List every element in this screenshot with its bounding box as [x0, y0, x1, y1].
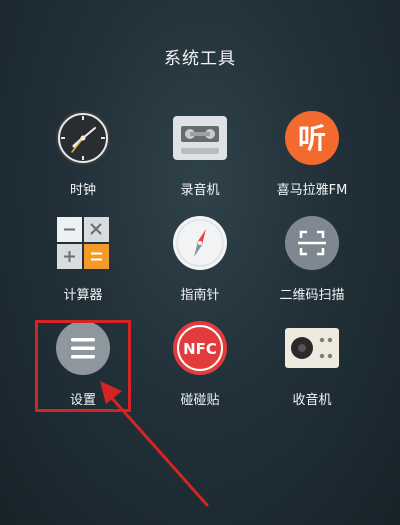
app-label: 收音机 [292, 393, 332, 408]
ximalaya-icon: 听 [284, 110, 340, 166]
radio-icon [284, 320, 340, 376]
app-label: 二维码扫描 [279, 288, 345, 303]
app-recorder[interactable]: 录音机 [145, 110, 255, 198]
calculator-icon [55, 215, 111, 271]
app-label: 指南针 [180, 288, 220, 303]
app-label: 录音机 [180, 183, 220, 198]
app-calculator[interactable]: 计算器 [28, 215, 138, 303]
nfc-glyph: NFC [183, 340, 217, 358]
app-nfc[interactable]: NFC 碰碰贴 [145, 320, 255, 408]
app-label: 碰碰贴 [180, 393, 220, 408]
app-ximalaya[interactable]: 听 喜马拉雅FM [257, 110, 367, 198]
qr-scan-icon [284, 215, 340, 271]
nfc-icon: NFC [172, 320, 228, 376]
folder-title: 系统工具 [164, 49, 236, 69]
recorder-icon [172, 110, 228, 166]
app-label: 计算器 [63, 288, 103, 303]
app-radio[interactable]: 收音机 [257, 320, 367, 408]
ximalaya-glyph: 听 [298, 122, 326, 155]
app-label: 时钟 [69, 183, 96, 198]
app-qr-scan[interactable]: 二维码扫描 [257, 215, 367, 303]
clock-icon [55, 110, 111, 166]
compass-icon [172, 215, 228, 271]
app-compass[interactable]: 指南针 [145, 215, 255, 303]
highlight-box [35, 320, 131, 412]
app-clock[interactable]: 时钟 [28, 110, 138, 198]
app-label: 喜马拉雅FM [276, 183, 348, 198]
